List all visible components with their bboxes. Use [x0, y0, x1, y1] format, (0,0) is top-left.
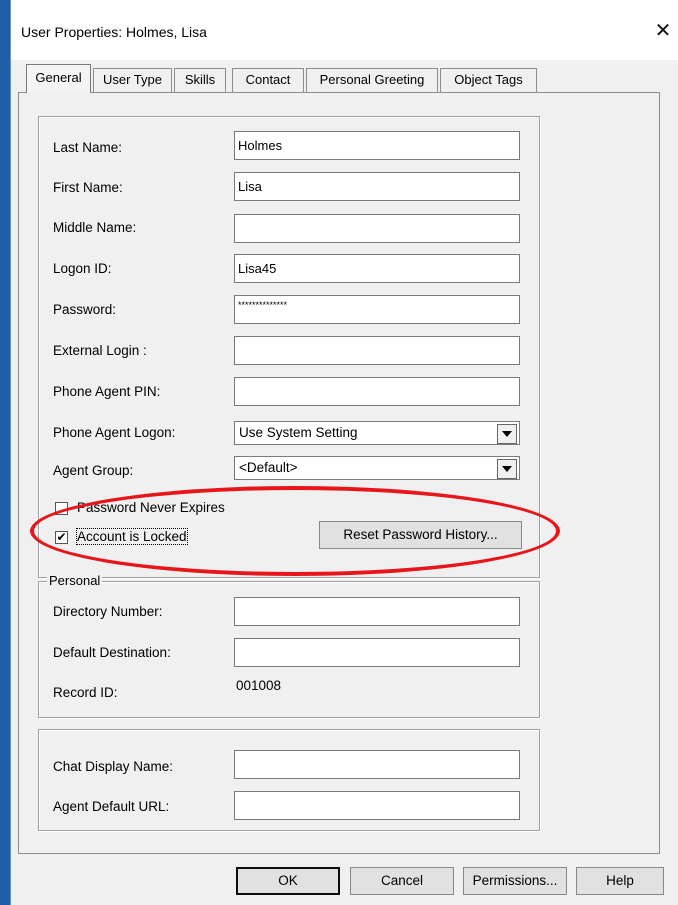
logon-id-label: Logon ID:: [53, 261, 112, 276]
ok-button[interactable]: OK: [236, 867, 340, 895]
last-name-label: Last Name:: [53, 140, 123, 155]
middle-name-label: Middle Name:: [53, 220, 137, 235]
tab-user-type[interactable]: User Type: [93, 68, 172, 92]
first-name-field[interactable]: Lisa: [234, 172, 520, 201]
record-id-value: 001008: [236, 678, 282, 693]
tab-object-tags[interactable]: Object Tags: [440, 68, 537, 92]
chevron-down-icon[interactable]: [497, 459, 517, 479]
help-button[interactable]: Help: [576, 867, 664, 895]
agent-default-url-label: Agent Default URL:: [53, 799, 170, 814]
agent-default-url-field[interactable]: [234, 791, 520, 820]
phone-agent-logon-value: Use System Setting: [239, 425, 358, 440]
window-left-border-edge: [10, 0, 11, 905]
cancel-button[interactable]: Cancel: [350, 867, 454, 895]
logon-id-field[interactable]: Lisa45: [234, 254, 520, 283]
first-name-label: First Name:: [53, 180, 123, 195]
tab-general[interactable]: General: [26, 64, 91, 93]
external-login-label: External Login :: [53, 343, 147, 358]
window-left-border: [0, 0, 10, 905]
chevron-down-icon[interactable]: [497, 424, 517, 444]
account-is-locked-checkbox[interactable]: ✔: [55, 531, 68, 544]
phone-agent-pin-field[interactable]: [234, 377, 520, 406]
password-field[interactable]: **************: [234, 295, 520, 324]
password-never-expires-label: Password Never Expires: [77, 500, 225, 515]
agent-group-value: <Default>: [239, 460, 298, 475]
directory-number-label: Directory Number:: [53, 604, 163, 619]
tab-personal-greeting[interactable]: Personal Greeting: [306, 68, 438, 92]
account-is-locked-label: Account is Locked: [76, 528, 188, 545]
tab-skills[interactable]: Skills: [174, 68, 226, 92]
password-never-expires-checkbox[interactable]: [55, 502, 68, 515]
window-title: User Properties: Holmes, Lisa: [21, 24, 207, 40]
phone-agent-logon-select[interactable]: Use System Setting: [234, 421, 520, 445]
last-name-field[interactable]: Holmes: [234, 131, 520, 160]
password-label: Password:: [53, 302, 117, 317]
agent-group-select[interactable]: <Default>: [234, 456, 520, 480]
phone-agent-logon-label: Phone Agent Logon:: [53, 425, 176, 440]
default-destination-label: Default Destination:: [53, 645, 171, 660]
close-icon[interactable]: ✕: [650, 16, 676, 46]
reset-password-history-button[interactable]: Reset Password History...: [319, 521, 522, 549]
chat-display-name-field[interactable]: [234, 750, 520, 779]
permissions-button[interactable]: Permissions...: [463, 867, 567, 895]
phone-agent-pin-label: Phone Agent PIN:: [53, 384, 161, 399]
external-login-field[interactable]: [234, 336, 520, 365]
personal-legend: Personal: [47, 573, 103, 588]
chat-display-name-label: Chat Display Name:: [53, 759, 174, 774]
middle-name-field[interactable]: [234, 214, 520, 243]
directory-number-field[interactable]: [234, 597, 520, 626]
default-destination-field[interactable]: [234, 638, 520, 667]
tab-contact[interactable]: Contact: [232, 68, 304, 92]
record-id-label: Record ID:: [53, 685, 118, 700]
agent-group-label: Agent Group:: [53, 463, 134, 478]
